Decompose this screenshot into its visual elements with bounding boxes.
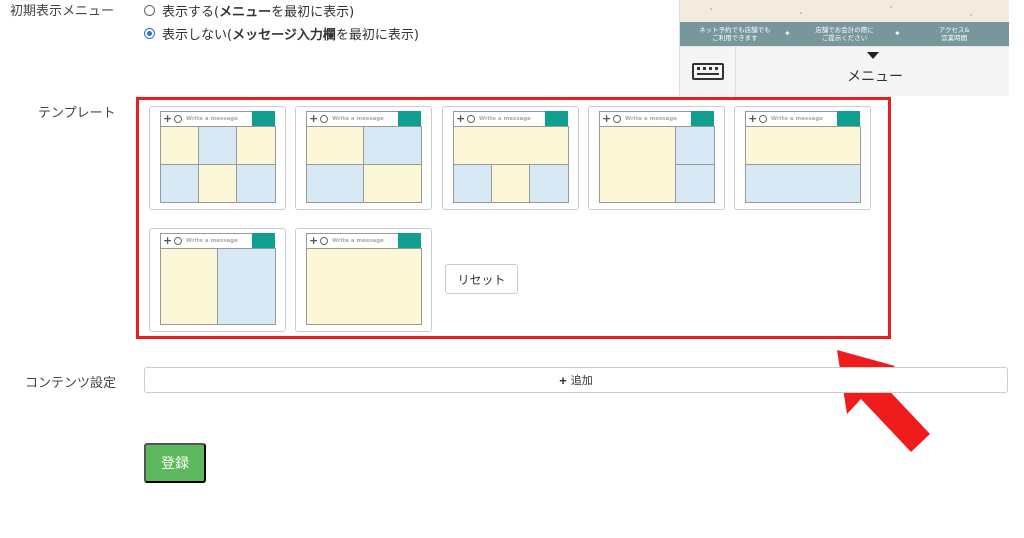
- preview-band-item: アクセス& 営業時間: [938, 26, 970, 42]
- radio-show-menu-label: 表示する(メニューを最初に表示): [162, 5, 355, 20]
- sparkle-icon: ✦: [894, 29, 901, 38]
- preview-rich-menu-image: [680, 0, 1009, 22]
- send-button-swatch: [837, 111, 860, 127]
- emoji-icon: [467, 115, 475, 123]
- add-content-button[interactable]: + 追加: [144, 367, 1008, 393]
- reset-button[interactable]: リセット: [445, 264, 518, 294]
- template-option-3[interactable]: + Write a message: [442, 106, 579, 210]
- keyboard-icon: [692, 63, 724, 80]
- radio-hide-menu[interactable]: 表示しない(メッセージ入力欄を最初に表示): [144, 24, 419, 43]
- radio-show-menu[interactable]: 表示する(メニューを最初に表示): [144, 1, 354, 20]
- sparkle-icon: ✦: [784, 29, 791, 38]
- radio-button[interactable]: [144, 5, 155, 16]
- add-content-label: 追加: [570, 375, 593, 387]
- message-placeholder: Write a message: [186, 238, 238, 244]
- send-button-swatch: [398, 111, 421, 127]
- emoji-icon: [613, 115, 621, 123]
- template-option-2[interactable]: + Write a message: [295, 106, 432, 210]
- submit-button[interactable]: 登録: [144, 443, 206, 483]
- template-option-7[interactable]: + Write a message: [295, 228, 432, 332]
- preview-band-item: 店舗でお会計の際に ご提示ください: [815, 26, 874, 42]
- preview-menu-label: メニュー: [847, 69, 903, 85]
- keyboard-toggle[interactable]: [680, 47, 736, 97]
- plus-icon: +: [559, 372, 567, 388]
- message-placeholder: Write a message: [771, 116, 823, 122]
- preview-band-item: ネット予約でも店舗でも ご利用できます: [699, 26, 771, 42]
- message-placeholder: Write a message: [186, 116, 238, 122]
- template-option-6[interactable]: + Write a message: [149, 228, 286, 332]
- plus-icon: +: [163, 112, 173, 125]
- message-placeholder: Write a message: [625, 116, 677, 122]
- template-option-4[interactable]: + Write a message: [588, 106, 725, 210]
- emoji-icon: [320, 115, 328, 123]
- red-arrow-icon: [837, 350, 930, 452]
- preview-band: ネット予約でも店舗でも ご利用できます 店舗でお会計の際に ご提示ください アク…: [680, 22, 1009, 46]
- plus-icon: +: [309, 234, 319, 247]
- send-button-swatch: [252, 111, 275, 127]
- initial-menu-label: 初期表示メニュー: [10, 4, 115, 19]
- emoji-icon: [759, 115, 767, 123]
- menu-preview: ネット予約でも店舗でも ご利用できます 店舗でお会計の際に ご提示ください アク…: [679, 0, 1009, 97]
- template-option-5[interactable]: + Write a message: [734, 106, 871, 210]
- send-button-swatch: [545, 111, 568, 127]
- content-settings-label: コンテンツ設定: [25, 376, 117, 391]
- emoji-icon: [174, 237, 182, 245]
- radio-button-checked[interactable]: [144, 28, 155, 39]
- triangle-down-icon: [867, 52, 879, 59]
- plus-icon: +: [456, 112, 466, 125]
- message-placeholder: Write a message: [479, 116, 531, 122]
- send-button-swatch: [252, 233, 275, 249]
- radio-hide-menu-label: 表示しない(メッセージ入力欄を最初に表示): [162, 28, 419, 43]
- plus-icon: +: [309, 112, 319, 125]
- message-placeholder: Write a message: [332, 238, 384, 244]
- message-placeholder: Write a message: [332, 116, 384, 122]
- plus-icon: +: [163, 234, 173, 247]
- template-label: テンプレート: [38, 106, 116, 121]
- emoji-icon: [174, 115, 182, 123]
- preview-menu-bar: メニュー: [680, 46, 1009, 97]
- send-button-swatch: [398, 233, 421, 249]
- send-button-swatch: [691, 111, 714, 127]
- template-option-1[interactable]: + Write a message: [149, 106, 286, 210]
- emoji-icon: [320, 237, 328, 245]
- plus-icon: +: [748, 112, 758, 125]
- plus-icon: +: [602, 112, 612, 125]
